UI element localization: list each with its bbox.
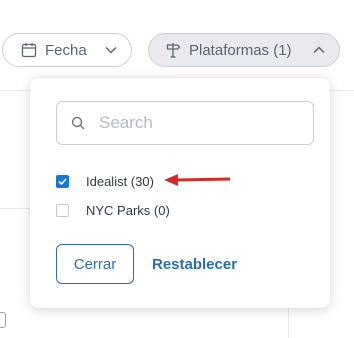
search-input[interactable] [99,113,289,133]
option-nyc-parks[interactable]: NYC Parks (0) [56,203,170,218]
search-icon [71,116,85,130]
chevron-up-icon [313,46,325,54]
annotation-arrow-icon [164,174,231,186]
nyc-parks-checkbox[interactable] [56,204,69,217]
row-checkbox[interactable] [0,312,6,328]
signpost-icon [165,42,181,58]
option-label: Idealist (30) [86,174,154,189]
idealist-checkbox[interactable] [56,175,69,188]
fecha-filter-label: Fecha [45,41,87,59]
calendar-icon [21,42,37,58]
close-button[interactable]: Cerrar [56,244,134,284]
checkmark-icon [58,178,67,185]
plataformas-filter-label: Plataformas (1) [189,41,292,59]
plataformas-dropdown: Idealist (30) NYC Parks (0) Cerrar Resta… [30,78,330,308]
fecha-filter-button[interactable]: Fecha [2,33,132,67]
search-field[interactable] [56,101,314,145]
option-idealist[interactable]: Idealist (30) [56,174,154,189]
chevron-down-icon [105,46,117,54]
reset-link[interactable]: Restablecer [152,256,237,273]
plataformas-filter-button[interactable]: Plataformas (1) [148,33,340,67]
option-label: NYC Parks (0) [86,203,170,218]
